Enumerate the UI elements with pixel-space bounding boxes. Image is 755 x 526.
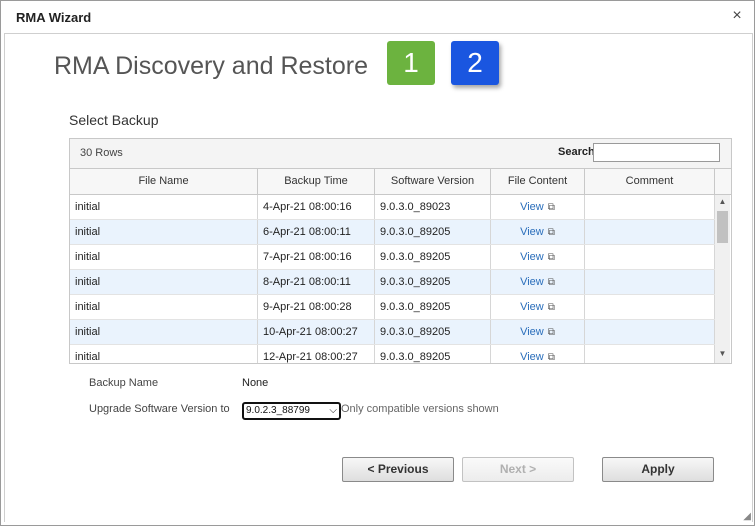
external-link-icon[interactable]: ⧉	[548, 352, 555, 363]
file-content-cell[interactable]: View ⧉	[491, 220, 585, 244]
external-link-icon[interactable]: ⧉	[548, 327, 555, 338]
file-name-cell: initial	[70, 270, 258, 294]
file-name-cell: initial	[70, 295, 258, 319]
column-header-backup-time[interactable]: Backup Time	[258, 169, 375, 194]
view-link[interactable]: View	[520, 351, 544, 363]
external-link-icon[interactable]: ⧉	[548, 252, 555, 263]
comment-cell	[585, 320, 715, 344]
upgrade-version-value: 9.0.2.3_88799	[246, 405, 310, 416]
file-name-cell: initial	[70, 245, 258, 269]
file-name-cell: initial	[70, 195, 258, 219]
scroll-up-icon[interactable]: ▲	[718, 197, 727, 206]
software-version-cell: 9.0.3.0_89205	[375, 345, 491, 363]
step-1-indicator: 1	[387, 41, 435, 85]
compatibility-hint: Only compatible versions shown	[341, 403, 499, 415]
section-label: Select Backup	[69, 112, 159, 128]
upgrade-version-label: Upgrade Software Version to	[89, 403, 230, 415]
comment-cell	[585, 270, 715, 294]
external-link-icon[interactable]: ⧉	[548, 202, 555, 213]
upgrade-version-select[interactable]: 9.0.2.3_88799 ⌵	[242, 402, 341, 420]
external-link-icon[interactable]: ⧉	[548, 227, 555, 238]
file-content-cell[interactable]: View ⧉	[491, 320, 585, 344]
table-row[interactable]: initial 7-Apr-21 08:00:16 9.0.3.0_89205 Vie…	[70, 245, 715, 270]
view-link[interactable]: View	[520, 201, 544, 213]
table-row[interactable]: initial 6-Apr-21 08:00:11 9.0.3.0_89205 Vie…	[70, 220, 715, 245]
view-link[interactable]: View	[520, 301, 544, 313]
apply-button[interactable]: Apply	[602, 457, 714, 482]
search-label: Search	[558, 146, 595, 158]
scroll-down-icon[interactable]: ▼	[718, 349, 727, 358]
comment-cell	[585, 295, 715, 319]
rma-wizard-dialog: RMA Wizard × RMA Discovery and Restore 1…	[0, 0, 755, 526]
chevron-down-icon: ⌵	[329, 405, 337, 416]
column-header-file-name[interactable]: File Name	[70, 169, 258, 194]
software-version-cell: 9.0.3.0_89205	[375, 320, 491, 344]
file-content-cell[interactable]: View ⧉	[491, 270, 585, 294]
backup-time-cell: 4-Apr-21 08:00:16	[258, 195, 375, 219]
grid-toolbar: 30 Rows Search	[70, 139, 731, 169]
file-content-cell[interactable]: View ⧉	[491, 195, 585, 219]
vertical-scrollbar[interactable]: ▲ ▼	[715, 195, 730, 363]
view-link[interactable]: View	[520, 276, 544, 288]
close-icon[interactable]: ×	[729, 8, 745, 24]
resize-grip-icon[interactable]: ◢	[743, 511, 751, 522]
search-input[interactable]	[593, 143, 720, 162]
backup-time-cell: 8-Apr-21 08:00:11	[258, 270, 375, 294]
next-button[interactable]: Next >	[462, 457, 574, 482]
software-version-cell: 9.0.3.0_89205	[375, 270, 491, 294]
external-link-icon[interactable]: ⧉	[548, 302, 555, 313]
table-row[interactable]: initial 10-Apr-21 08:00:27 9.0.3.0_89205 Vi…	[70, 320, 715, 345]
row-count: 30 Rows	[80, 147, 123, 159]
view-link[interactable]: View	[520, 226, 544, 238]
backup-name-label: Backup Name	[89, 377, 159, 389]
software-version-cell: 9.0.3.0_89205	[375, 295, 491, 319]
file-name-cell: initial	[70, 220, 258, 244]
step-2-indicator: 2	[451, 41, 499, 85]
comment-cell	[585, 220, 715, 244]
backup-time-cell: 9-Apr-21 08:00:28	[258, 295, 375, 319]
view-link[interactable]: View	[520, 326, 544, 338]
file-content-cell[interactable]: View ⧉	[491, 295, 585, 319]
software-version-cell: 9.0.3.0_89205	[375, 245, 491, 269]
file-name-cell: initial	[70, 320, 258, 344]
backup-grid: 30 Rows Search File Name Backup Time Sof…	[69, 138, 732, 364]
external-link-icon[interactable]: ⧉	[548, 277, 555, 288]
title-bar[interactable]: RMA Wizard ×	[1, 1, 754, 33]
grid-rows: initial 4-Apr-21 08:00:16 9.0.3.0_89023 Vie…	[70, 195, 715, 363]
backup-time-cell: 12-Apr-21 08:00:27	[258, 345, 375, 363]
backup-time-cell: 10-Apr-21 08:00:27	[258, 320, 375, 344]
file-content-cell[interactable]: View ⧉	[491, 345, 585, 363]
view-link[interactable]: View	[520, 251, 544, 263]
backup-time-cell: 7-Apr-21 08:00:16	[258, 245, 375, 269]
comment-cell	[585, 245, 715, 269]
previous-button[interactable]: < Previous	[342, 457, 454, 482]
table-row[interactable]: initial 8-Apr-21 08:00:11 9.0.3.0_89205 Vie…	[70, 270, 715, 295]
file-name-cell: initial	[70, 345, 258, 363]
column-header-software-version[interactable]: Software Version	[375, 169, 491, 194]
window-title: RMA Wizard	[16, 10, 92, 25]
page-title: RMA Discovery and Restore	[54, 52, 369, 80]
comment-cell	[585, 345, 715, 363]
backup-time-cell: 6-Apr-21 08:00:11	[258, 220, 375, 244]
backup-name-value: None	[242, 377, 269, 389]
software-version-cell: 9.0.3.0_89205	[375, 220, 491, 244]
table-row[interactable]: initial 9-Apr-21 08:00:28 9.0.3.0_89205 Vie…	[70, 295, 715, 320]
table-row[interactable]: initial 4-Apr-21 08:00:16 9.0.3.0_89023 Vie…	[70, 195, 715, 220]
file-content-cell[interactable]: View ⧉	[491, 245, 585, 269]
column-header-comment[interactable]: Comment	[585, 169, 715, 194]
column-header-file-content[interactable]: File Content	[491, 169, 585, 194]
scroll-thumb[interactable]	[717, 211, 728, 243]
grid-header: File Name Backup Time Software Version F…	[70, 169, 731, 195]
software-version-cell: 9.0.3.0_89023	[375, 195, 491, 219]
table-row[interactable]: initial 12-Apr-21 08:00:27 9.0.3.0_89205 Vi…	[70, 345, 715, 363]
comment-cell	[585, 195, 715, 219]
